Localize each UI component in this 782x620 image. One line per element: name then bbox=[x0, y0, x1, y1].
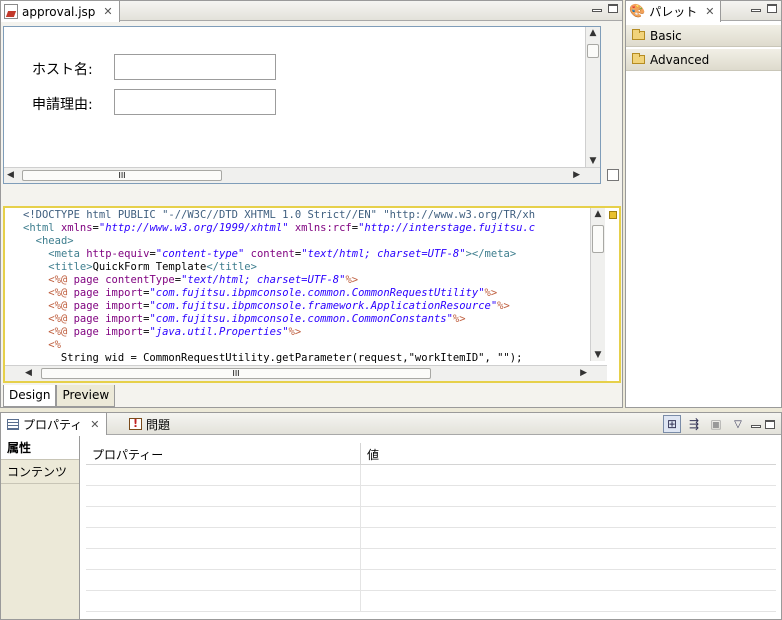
column-property[interactable]: プロパティー bbox=[86, 443, 361, 464]
close-icon[interactable]: ✕ bbox=[90, 418, 99, 431]
property-table: プロパティー 値 bbox=[86, 443, 776, 612]
properties-tab-label: プロパティ bbox=[23, 417, 83, 432]
editor-tab-label: approval.jsp bbox=[22, 4, 96, 19]
tab-preview[interactable]: Preview bbox=[56, 385, 116, 407]
tab-problems[interactable]: 問題 bbox=[123, 413, 176, 435]
tab-design[interactable]: Design bbox=[3, 385, 57, 407]
minimize-icon[interactable] bbox=[751, 424, 761, 428]
property-categories: 属性 コンテンツ bbox=[1, 436, 80, 619]
maximize-icon[interactable] bbox=[767, 4, 777, 13]
view-menu-icon[interactable]: ▽ bbox=[729, 415, 747, 433]
reason-label: 申請理由: bbox=[32, 97, 93, 113]
code-line: <%@ page contentType="text/html; charset… bbox=[48, 274, 359, 286]
editor-view: approval.jsp ✕ ホスト名: 申請理由: ▲ ▼ ◀ III ▶ <… bbox=[0, 0, 623, 408]
editor-tab-approval-jsp[interactable]: approval.jsp ✕ bbox=[1, 1, 120, 22]
category-contents[interactable]: コンテンツ bbox=[1, 460, 79, 484]
show-advanced-icon[interactable]: ⇶ bbox=[685, 415, 703, 433]
folder-icon bbox=[632, 53, 645, 64]
scroll-down-icon[interactable]: ▼ bbox=[592, 349, 604, 361]
host-input[interactable] bbox=[114, 54, 276, 80]
scroll-grip: III bbox=[118, 171, 126, 180]
palette-drawer-advanced[interactable]: Advanced bbox=[626, 49, 781, 71]
drawer-label: Advanced bbox=[650, 52, 710, 67]
code-line: String wid = CommonRequestUtility.getPar… bbox=[23, 352, 523, 364]
minimize-icon[interactable] bbox=[592, 9, 602, 12]
close-icon[interactable]: ✕ bbox=[103, 5, 112, 18]
source-vertical-scrollbar[interactable]: ▲ ▼ bbox=[590, 208, 605, 361]
scroll-grip: III bbox=[232, 369, 240, 378]
folder-icon bbox=[632, 29, 645, 40]
code-line: <%@ page import="com.fujitsu.ibpmconsole… bbox=[48, 300, 510, 312]
palette-tab[interactable]: 🎨 パレット ✕ bbox=[626, 1, 722, 22]
code-line: <title>QuickForm Template</title> bbox=[48, 261, 257, 273]
drawer-label: Basic bbox=[650, 28, 682, 43]
source-horizontal-scrollbar[interactable]: ◀ III ▶ bbox=[5, 365, 607, 381]
code-line: <meta http-equiv="content-type" content=… bbox=[48, 248, 517, 260]
minimize-icon[interactable] bbox=[751, 9, 761, 12]
scroll-right-icon[interactable]: ▶ bbox=[580, 367, 587, 379]
design-horizontal-scrollbar[interactable]: ◀ III ▶ bbox=[4, 167, 600, 183]
maximize-icon[interactable] bbox=[765, 419, 775, 429]
palette-tabbar: 🎨 パレット ✕ bbox=[626, 1, 781, 22]
table-header: プロパティー 値 bbox=[86, 443, 776, 465]
table-row bbox=[86, 507, 776, 528]
code-line: <head> bbox=[35, 235, 74, 247]
pane-split-icon[interactable] bbox=[607, 169, 619, 181]
problems-tab-label: 問題 bbox=[146, 417, 171, 432]
table-row bbox=[86, 570, 776, 591]
category-attributes[interactable]: 属性 bbox=[1, 436, 79, 460]
tab-properties[interactable]: プロパティ ✕ bbox=[1, 413, 107, 435]
palette-drawer-basic[interactable]: Basic bbox=[626, 25, 781, 47]
table-row bbox=[86, 528, 776, 549]
table-row bbox=[86, 486, 776, 507]
table-row bbox=[86, 591, 776, 612]
scroll-up-icon[interactable]: ▲ bbox=[591, 208, 605, 220]
table-row bbox=[86, 465, 776, 486]
palette-view: 🎨 パレット ✕ Basic Advanced bbox=[625, 0, 782, 408]
code-line: <%@ page import="com.fujitsu.ibpmconsole… bbox=[48, 313, 466, 325]
jsp-file-icon bbox=[4, 4, 18, 19]
scroll-thumb[interactable]: III bbox=[22, 170, 222, 181]
scroll-right-icon[interactable]: ▶ bbox=[573, 169, 580, 181]
code-line: <%@ page import="java.util.Properties"%> bbox=[48, 326, 302, 338]
column-value[interactable]: 値 bbox=[361, 443, 385, 464]
properties-view: プロパティ ✕ 問題 ⊞ ⇶ ▣ ▽ 属性 コンテンツ プロパティー 値 bbox=[0, 412, 782, 620]
palette-icon: 🎨 bbox=[629, 4, 646, 19]
show-categories-icon[interactable]: ⊞ bbox=[663, 415, 681, 433]
maximize-icon[interactable] bbox=[608, 4, 618, 13]
overview-marker-icon[interactable] bbox=[609, 211, 617, 219]
code-line: <html xmlns="http://www.w3.org/1999/xhtm… bbox=[23, 222, 536, 234]
palette-tab-label: パレット bbox=[649, 5, 698, 19]
scroll-down-icon[interactable]: ▼ bbox=[587, 155, 599, 167]
scroll-left-icon[interactable]: ◀ bbox=[25, 367, 32, 379]
properties-tabbar: プロパティ ✕ 問題 ⊞ ⇶ ▣ ▽ bbox=[1, 413, 781, 435]
editor-page-tabs: Design Preview bbox=[3, 385, 116, 407]
scroll-left-icon[interactable]: ◀ bbox=[7, 169, 14, 181]
design-pane: ホスト名: 申請理由: ▲ ▼ ◀ III ▶ bbox=[3, 26, 601, 184]
scroll-thumb[interactable]: III bbox=[41, 368, 431, 379]
editor-tabbar: approval.jsp ✕ bbox=[1, 1, 622, 22]
table-row bbox=[86, 549, 776, 570]
scroll-thumb[interactable] bbox=[592, 225, 604, 253]
host-label: ホスト名: bbox=[32, 62, 93, 78]
design-vertical-scrollbar[interactable]: ▲ ▼ bbox=[585, 27, 600, 167]
properties-icon bbox=[7, 418, 19, 430]
code-line: <%@ page import="com.fujitsu.ibpmconsole… bbox=[48, 287, 498, 299]
source-pane: <!DOCTYPE html PUBLIC "-//W3C//DTD XHTML… bbox=[3, 206, 621, 383]
restore-default-icon[interactable]: ▣ bbox=[707, 415, 725, 433]
scroll-up-icon[interactable]: ▲ bbox=[586, 27, 600, 39]
code-line: <% bbox=[48, 339, 61, 351]
reason-input[interactable] bbox=[114, 89, 276, 115]
problems-icon bbox=[129, 417, 142, 430]
source-code[interactable]: <!DOCTYPE html PUBLIC "-//W3C//DTD XHTML… bbox=[23, 209, 593, 365]
close-icon[interactable]: ✕ bbox=[705, 5, 714, 18]
scroll-thumb[interactable] bbox=[587, 44, 599, 58]
code-line: <!DOCTYPE html PUBLIC "-//W3C//DTD XHTML… bbox=[23, 209, 536, 221]
